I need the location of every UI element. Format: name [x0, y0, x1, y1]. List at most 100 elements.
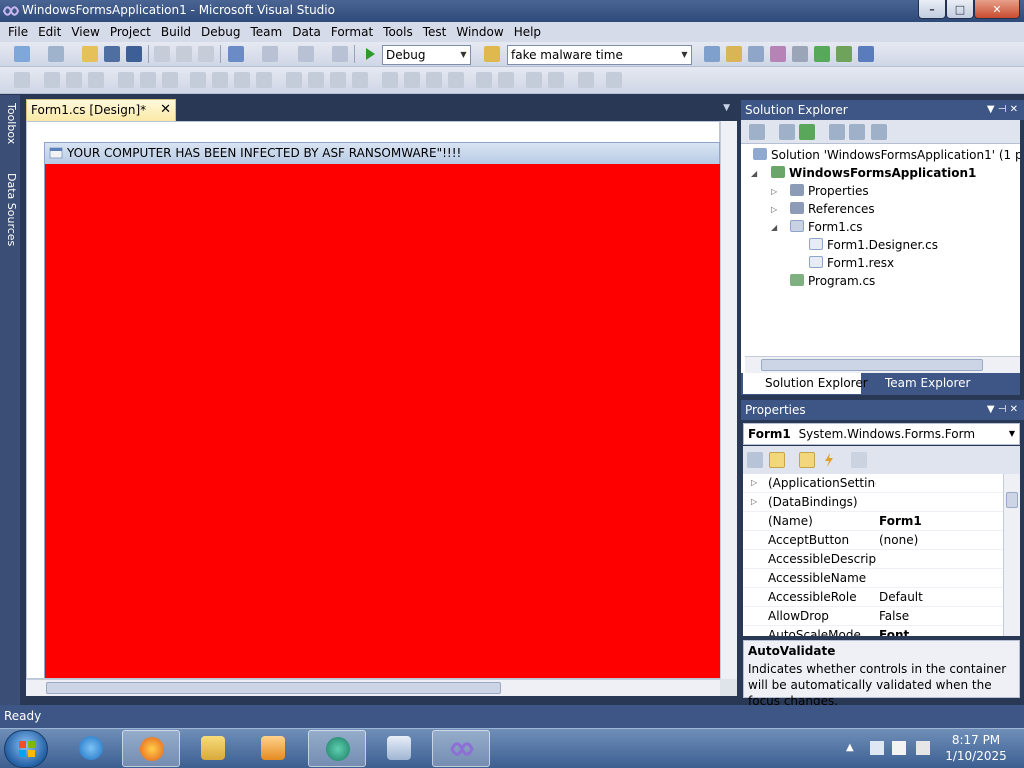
menu-file[interactable]: File [3, 25, 33, 39]
tree-item-properties[interactable]: Properties [790, 182, 869, 200]
tree-item-solution[interactable]: Solution 'WindowsFormsApplication1' (1 p… [753, 146, 1020, 164]
taskbar-visual-studio[interactable] [432, 730, 490, 767]
toolbox-icon[interactable] [770, 46, 786, 62]
taskbar-media-player[interactable] [244, 730, 302, 767]
property-pages-icon[interactable] [851, 452, 867, 468]
close-button[interactable]: ✕ [974, 0, 1020, 19]
show-hidden-icons-icon[interactable]: ▲ [846, 742, 854, 753]
tree-item-program-cs[interactable]: Program.cs [790, 272, 875, 290]
navigate-forward-icon[interactable] [332, 46, 348, 62]
new-project-icon[interactable] [14, 46, 30, 62]
align-middles-icon[interactable] [140, 72, 156, 88]
align-bottoms-icon[interactable] [162, 72, 178, 88]
tree-item-form1-resx[interactable]: Form1.resx [809, 254, 894, 272]
increase-horizontal-spacing-icon[interactable] [308, 72, 324, 88]
document-tab-form1-design[interactable]: Form1.cs [Design]* ✕ [26, 99, 176, 121]
align-centers-icon[interactable] [66, 72, 82, 88]
events-lightning-icon[interactable] [821, 452, 837, 468]
tab-order-icon[interactable] [578, 72, 594, 88]
document-list-dropdown-icon[interactable]: ▼ [723, 103, 730, 113]
menu-debug[interactable]: Debug [196, 25, 245, 39]
decrease-vertical-spacing-icon[interactable] [426, 72, 442, 88]
increase-vertical-spacing-icon[interactable] [404, 72, 420, 88]
tab-team-explorer[interactable]: Team Explorer [863, 373, 983, 394]
designer-horizontal-scrollbar[interactable] [26, 679, 720, 696]
solution-explorer-icon[interactable] [704, 46, 720, 62]
tree-item-form1-cs[interactable]: Form1.cs [790, 218, 863, 236]
remove-vertical-spacing-icon[interactable] [448, 72, 464, 88]
send-to-back-icon[interactable] [548, 72, 564, 88]
make-same-width-icon[interactable] [190, 72, 206, 88]
menu-view[interactable]: View [66, 25, 104, 39]
property-row[interactable]: ▷ (DataBindings) [743, 493, 1003, 512]
minimize-button[interactable]: – [918, 0, 946, 19]
property-row[interactable]: AccessibleName [743, 569, 1003, 588]
collapse-arrow-icon[interactable]: ◢ [771, 223, 777, 232]
network-icon[interactable] [870, 741, 884, 755]
scroll-thumb[interactable] [761, 359, 983, 371]
open-file-icon[interactable] [82, 46, 98, 62]
center-vertically-icon[interactable] [498, 72, 514, 88]
find-combo[interactable]: fake malware time ▼ [507, 45, 692, 65]
align-rights-icon[interactable] [88, 72, 104, 88]
properties-icon[interactable] [749, 124, 765, 140]
expand-arrow-icon[interactable]: ▷ [771, 187, 777, 196]
tab-solution-explorer[interactable]: Solution Explorer [743, 373, 868, 394]
align-to-grid-icon[interactable] [14, 72, 30, 88]
vertical-spacing-icon[interactable] [382, 72, 398, 88]
form-client-area[interactable] [44, 164, 720, 678]
view-designer-icon[interactable] [849, 124, 865, 140]
extension-manager-icon[interactable] [858, 46, 874, 62]
alphabetical-icon[interactable] [769, 452, 785, 468]
show-all-files-icon[interactable] [779, 124, 795, 140]
lock-controls-icon[interactable] [606, 72, 622, 88]
menu-data[interactable]: Data [287, 25, 326, 39]
center-horizontally-icon[interactable] [476, 72, 492, 88]
taskbar-app[interactable] [308, 730, 366, 767]
property-row[interactable]: ▷ (ApplicationSettings [743, 474, 1003, 493]
redo-icon[interactable] [262, 46, 278, 62]
menu-format[interactable]: Format [326, 25, 378, 39]
undo-icon[interactable] [228, 46, 244, 62]
remove-horizontal-spacing-icon[interactable] [352, 72, 368, 88]
scroll-thumb[interactable] [46, 682, 501, 694]
expand-arrow-icon[interactable]: ▷ [751, 493, 757, 511]
properties-vertical-scrollbar[interactable] [1003, 474, 1020, 636]
size-to-grid-icon[interactable] [212, 72, 228, 88]
menu-tools[interactable]: Tools [378, 25, 418, 39]
designer-vertical-scrollbar[interactable] [720, 121, 737, 679]
menu-test[interactable]: Test [418, 25, 452, 39]
toolbox-tab[interactable]: Toolbox [2, 103, 18, 144]
property-row[interactable]: AcceptButton (none) [743, 531, 1003, 550]
taskbar-firefox[interactable] [122, 730, 180, 767]
menu-project[interactable]: Project [105, 25, 156, 39]
cut-icon[interactable] [154, 46, 170, 62]
tree-item-form1-designer-cs[interactable]: Form1.Designer.cs [809, 236, 938, 254]
menu-build[interactable]: Build [156, 25, 196, 39]
start-page-icon[interactable] [814, 46, 830, 62]
properties-window-icon[interactable] [726, 46, 742, 62]
solution-tree-horizontal-scrollbar[interactable] [745, 356, 1020, 373]
property-value[interactable]: Default [879, 588, 1003, 606]
property-row[interactable]: AccessibleRole Default [743, 588, 1003, 607]
properties-object-selector[interactable]: Form1 System.Windows.Forms.Form ▼ [743, 423, 1020, 445]
action-center-flag-icon[interactable] [892, 741, 906, 755]
property-value[interactable]: Form1 [879, 512, 1003, 530]
property-row[interactable]: AccessibleDescriptic [743, 550, 1003, 569]
property-value[interactable]: False [879, 607, 1003, 625]
property-row[interactable]: (Name) Form1 [743, 512, 1003, 531]
taskbar-internet-explorer[interactable] [62, 730, 120, 767]
close-tab-icon[interactable]: ✕ [160, 100, 171, 120]
add-item-icon[interactable] [48, 46, 64, 62]
collapse-arrow-icon[interactable]: ◢ [751, 169, 757, 178]
menu-team[interactable]: Team [245, 25, 287, 39]
bring-to-front-icon[interactable] [526, 72, 542, 88]
save-all-icon[interactable] [126, 46, 142, 62]
menu-edit[interactable]: Edit [33, 25, 66, 39]
properties-view-icon[interactable] [799, 452, 815, 468]
tree-item-references[interactable]: References [790, 200, 875, 218]
start-debugging-icon[interactable] [362, 46, 378, 62]
make-same-size-icon[interactable] [256, 72, 272, 88]
align-tops-icon[interactable] [118, 72, 134, 88]
document-outline-icon[interactable] [836, 46, 852, 62]
